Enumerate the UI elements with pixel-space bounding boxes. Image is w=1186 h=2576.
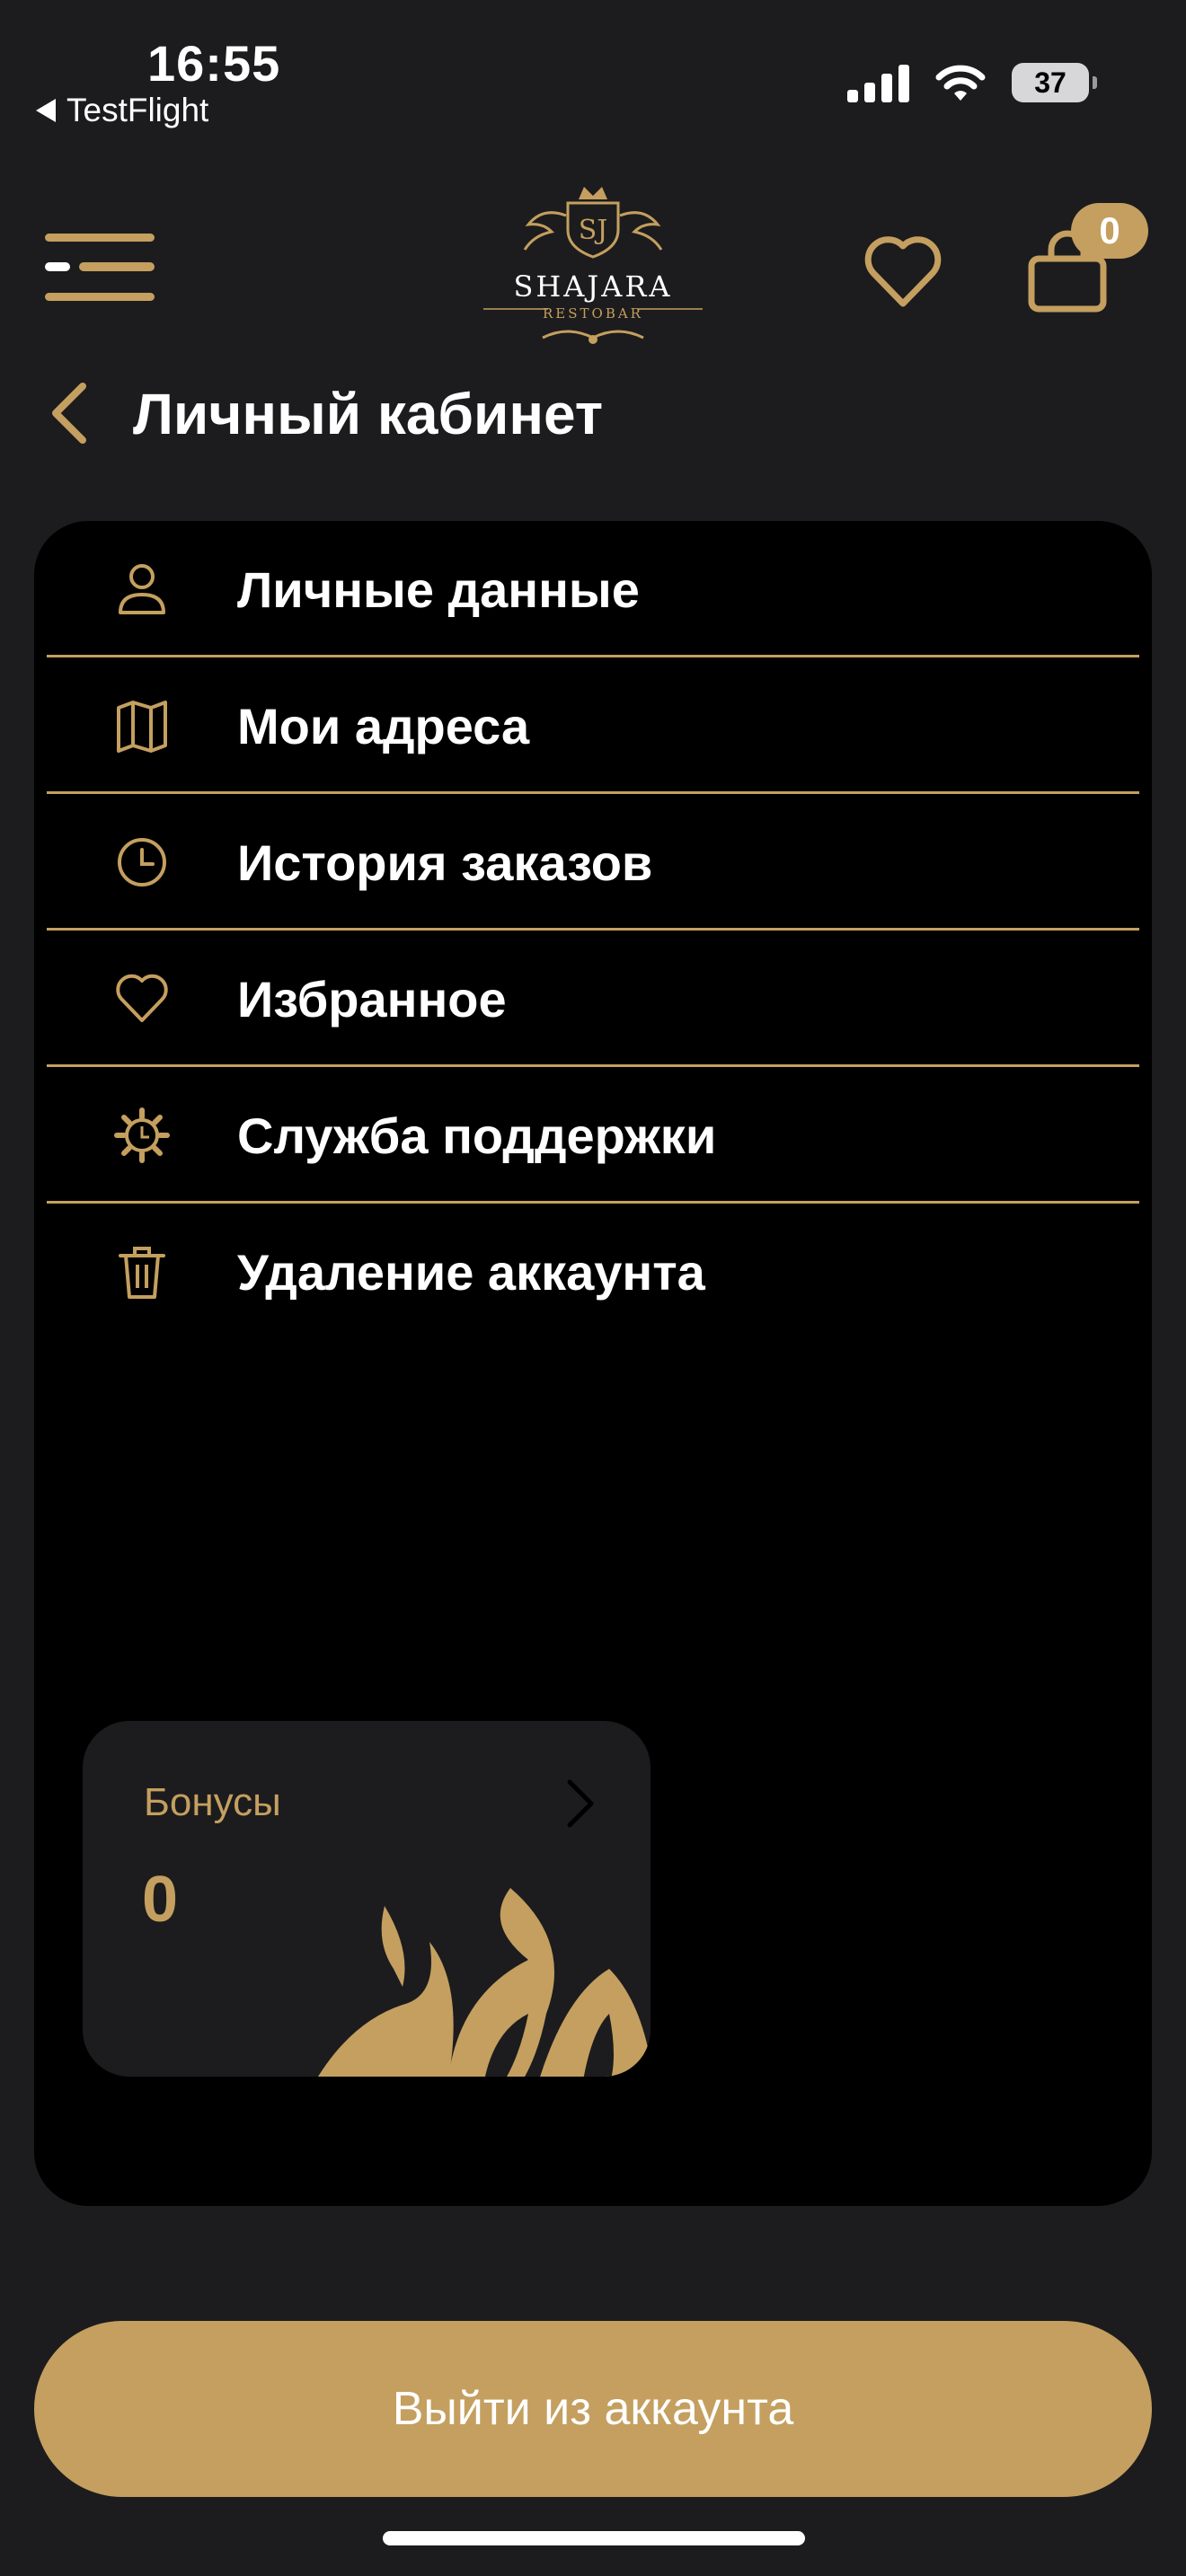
- menu-item-delete-account[interactable]: Удаление аккаунта: [47, 1204, 1139, 1340]
- back-triangle-icon: [36, 99, 56, 122]
- status-time: 16:55: [147, 35, 281, 92]
- menu-item-label: Удаление аккаунта: [237, 1243, 705, 1301]
- menu-item-label: История заказов: [237, 834, 653, 891]
- account-menu-card: Личные данные Мои адреса История заказов…: [34, 521, 1152, 2206]
- menu-item-support[interactable]: Служба поддержки: [47, 1067, 1139, 1204]
- chevron-right-icon: [567, 1779, 594, 1828]
- menu-item-label: Личные данные: [237, 560, 640, 618]
- bonus-label: Бонусы: [144, 1780, 281, 1824]
- bonus-value: 0: [142, 1864, 179, 1936]
- logout-button[interactable]: Выйти из аккаунта: [34, 2321, 1152, 2497]
- battery-icon: 37: [1012, 63, 1097, 102]
- home-indicator[interactable]: [383, 2531, 805, 2545]
- cellular-signal-icon: [847, 63, 909, 102]
- status-indicators: 37: [847, 63, 1097, 102]
- hamburger-menu-button[interactable]: [45, 232, 156, 304]
- menu-item-addresses[interactable]: Мои адреса: [47, 657, 1139, 794]
- chevron-left-icon: [52, 383, 86, 444]
- menu-item-label: Служба поддержки: [237, 1107, 717, 1164]
- flame-decoration-icon: [318, 1888, 651, 2077]
- heart-icon: [116, 974, 168, 1022]
- battery-level: 37: [1034, 66, 1067, 99]
- back-button[interactable]: [47, 381, 92, 446]
- logo-monogram: SJ: [579, 215, 608, 246]
- back-app-label: TestFlight: [66, 92, 209, 128]
- user-icon: [119, 564, 165, 614]
- back-to-app-link[interactable]: TestFlight: [36, 92, 208, 129]
- trash-icon: [119, 1247, 165, 1299]
- cart-count-badge: 0: [1071, 203, 1148, 259]
- menu-item-label: Избранное: [237, 970, 507, 1028]
- heart-icon: [864, 236, 942, 307]
- favorites-button[interactable]: [864, 234, 942, 309]
- menu-item-personal-data[interactable]: Личные данные: [47, 521, 1139, 657]
- brand-logo: SJ SHAJARA RESTOBAR: [480, 180, 706, 352]
- wifi-icon: [935, 65, 986, 101]
- clock-icon: [118, 838, 166, 887]
- gear-icon: [114, 1107, 170, 1163]
- menu-item-favorites[interactable]: Избранное: [47, 931, 1139, 1067]
- logo-subtitle: RESTOBAR: [543, 305, 643, 322]
- bonus-card[interactable]: Бонусы 0: [83, 1721, 651, 2077]
- logo-name: SHAJARA: [513, 269, 672, 304]
- map-icon: [117, 701, 167, 753]
- menu-icon: [45, 234, 155, 301]
- menu-item-label: Мои адреса: [237, 697, 530, 754]
- page-title: Личный кабинет: [133, 382, 604, 446]
- menu-item-order-history[interactable]: История заказов: [47, 794, 1139, 931]
